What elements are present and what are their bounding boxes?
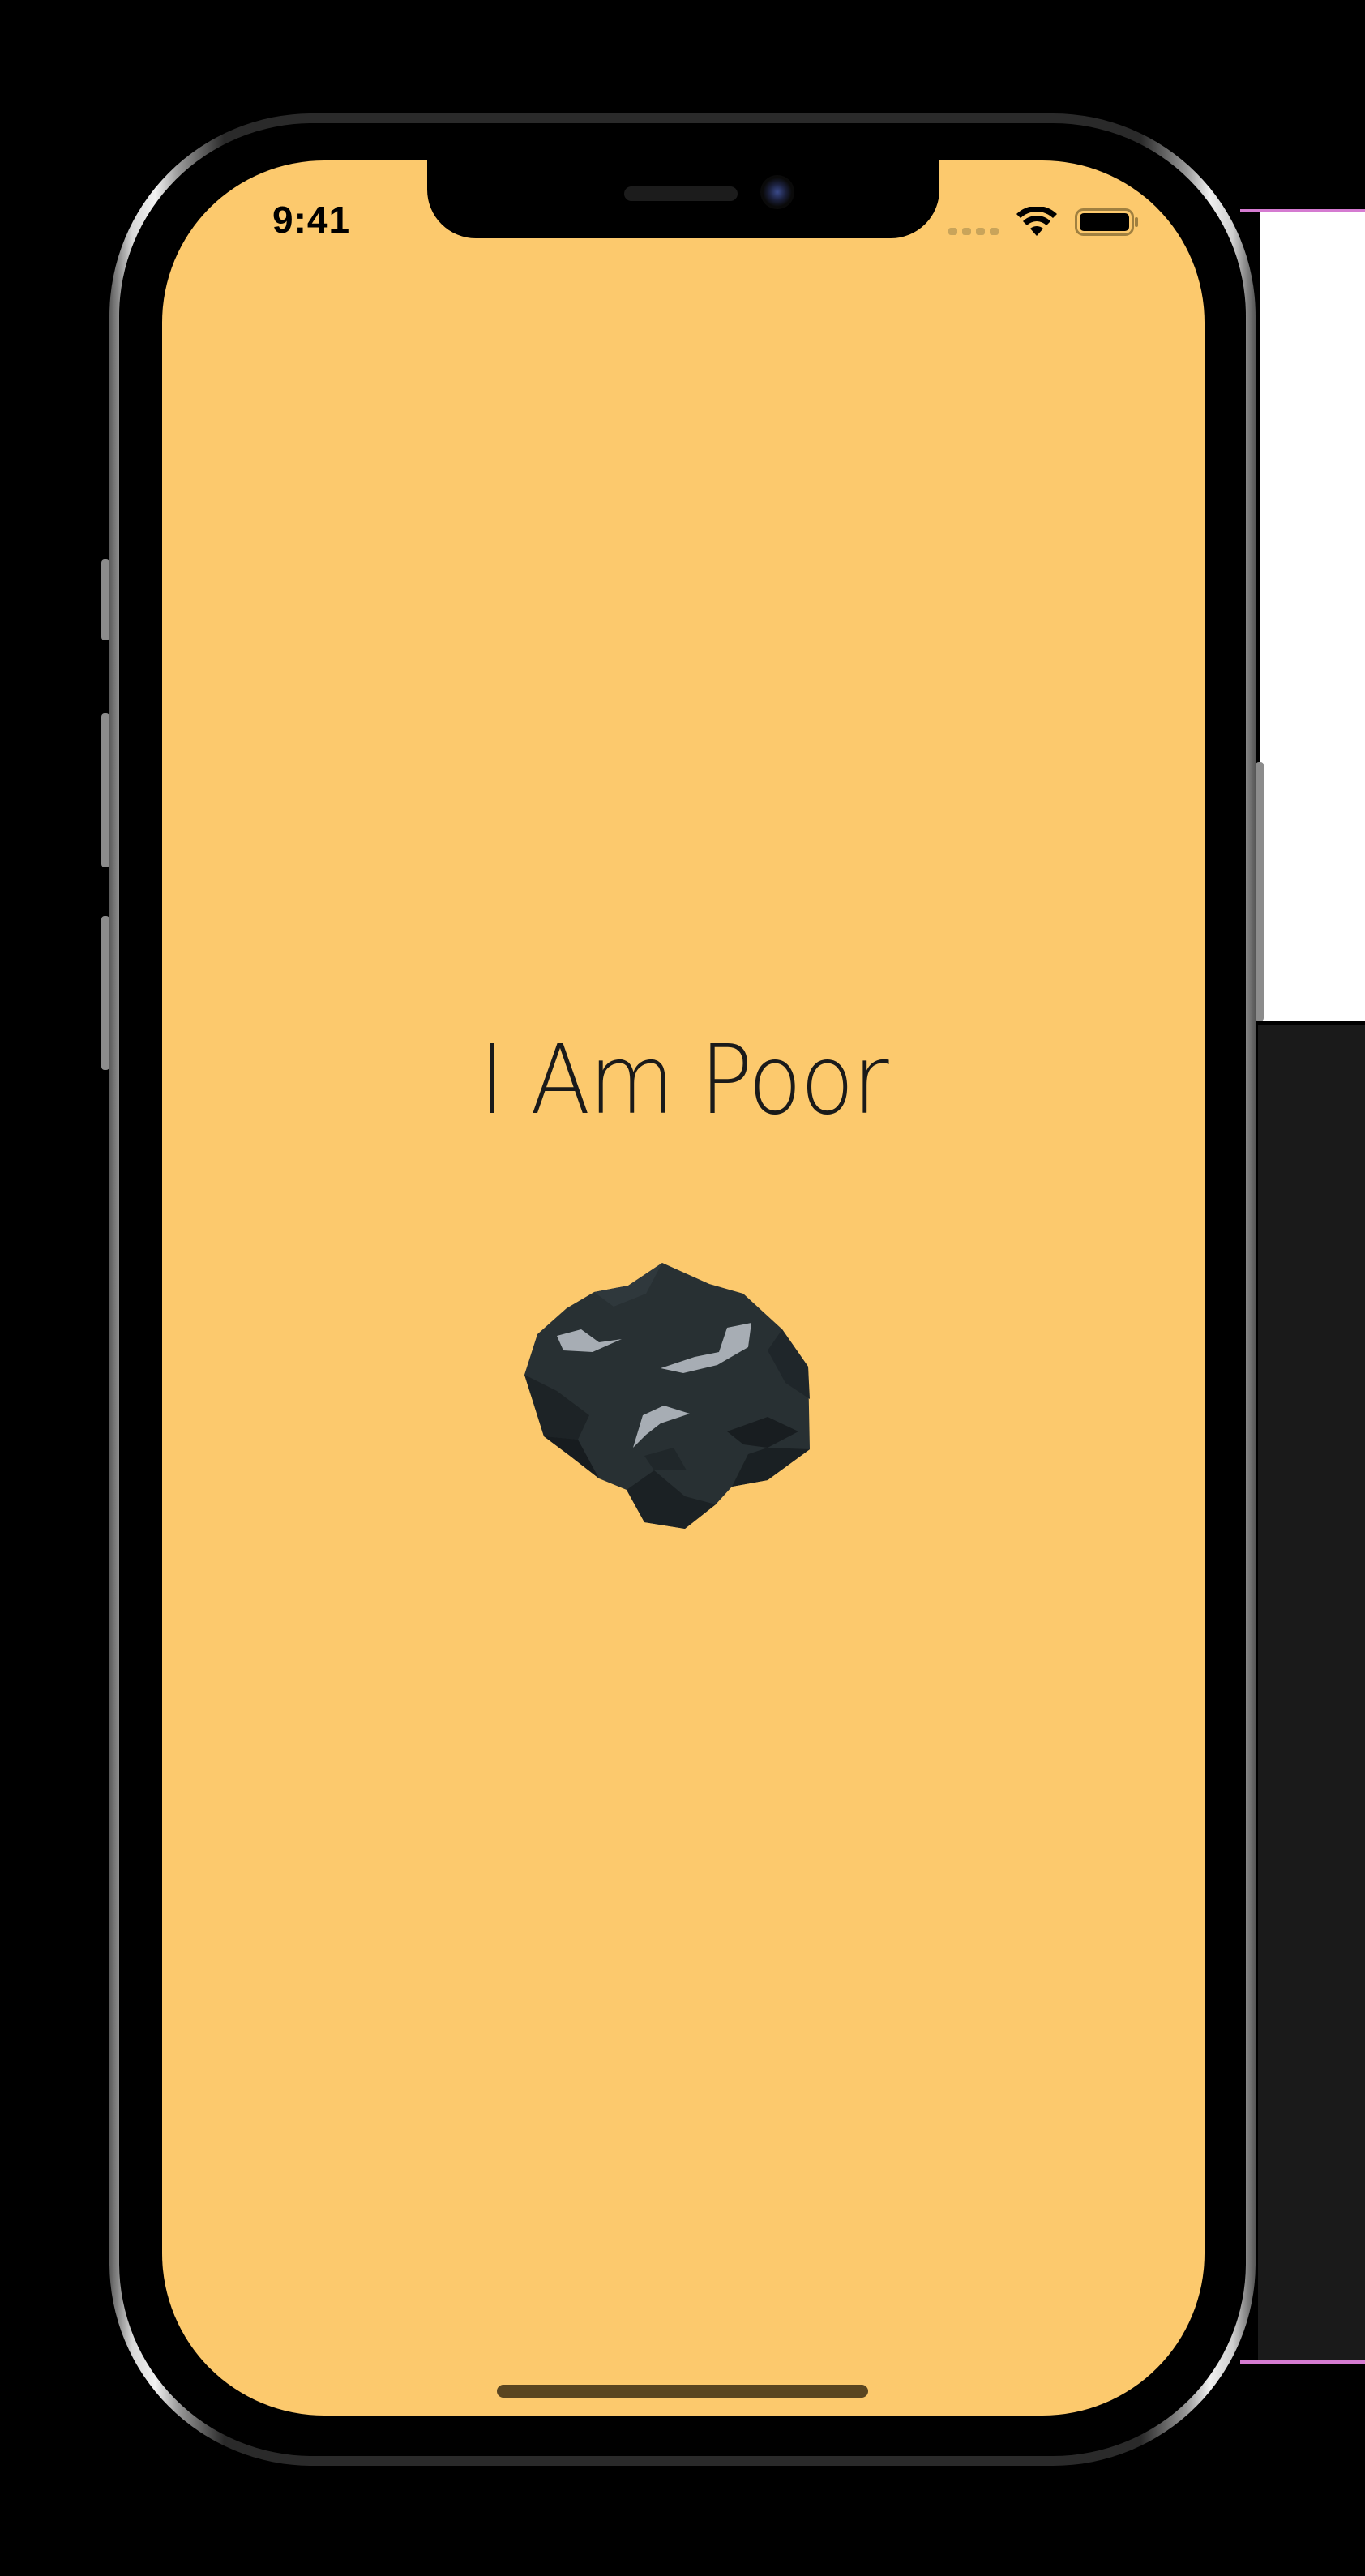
signal-dots-icon: [948, 206, 999, 238]
battery-icon: [1075, 208, 1138, 236]
page-title: I Am Poor: [479, 1024, 888, 1136]
volume-up-button: [101, 713, 109, 867]
power-button: [1256, 762, 1264, 1021]
notch: [427, 160, 939, 238]
front-camera: [760, 175, 794, 209]
home-indicator[interactable]: [497, 2385, 868, 2398]
app-screen: 9:41 I Am Poor: [162, 160, 1205, 2416]
mute-switch: [101, 559, 109, 640]
backdrop-white-strip: [1260, 211, 1365, 1021]
earpiece-speaker: [624, 186, 738, 201]
volume-down-button: [101, 916, 109, 1070]
status-indicators: [948, 206, 1140, 238]
backdrop-accent-line-bottom: [1240, 2360, 1365, 2364]
wifi-icon: [1016, 207, 1057, 236]
coal-rock-icon: [524, 1263, 810, 1529]
backdrop-accent-line-top: [1240, 209, 1365, 212]
backdrop-dark-strip: [1258, 1025, 1365, 2363]
status-time: 9:41: [272, 199, 351, 241]
